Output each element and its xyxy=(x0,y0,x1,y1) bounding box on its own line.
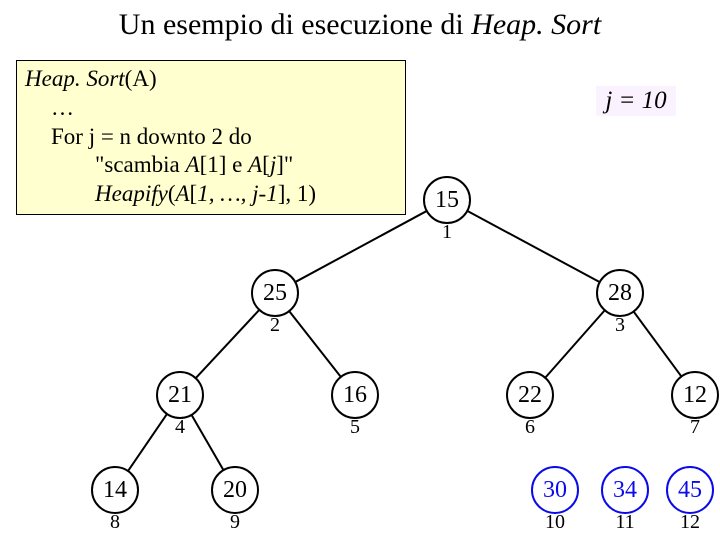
tree-node-index: 5 xyxy=(350,416,360,438)
tree-node-index: 12 xyxy=(680,511,700,533)
tree-node-value: 12 xyxy=(683,382,707,408)
tree-edge xyxy=(128,414,167,471)
tree-node-value: 20 xyxy=(223,477,247,503)
tree-node: 16 xyxy=(332,372,378,418)
tree-node-value: 21 xyxy=(168,382,192,408)
tree-node: 15 xyxy=(424,177,470,223)
tree-node: 20 xyxy=(212,467,258,513)
tree-node-index: 11 xyxy=(615,511,634,533)
tree-node-index: 10 xyxy=(545,511,565,533)
tree-node-index: 9 xyxy=(230,511,240,533)
tree-node-value: 22 xyxy=(518,382,542,408)
tree-node: 12 xyxy=(672,372,718,418)
tree-node: 34 xyxy=(602,467,648,513)
tree-node-index: 4 xyxy=(175,416,185,438)
tree-node-index: 3 xyxy=(615,314,625,336)
tree-node: 45 xyxy=(667,467,713,513)
tree-node-value: 30 xyxy=(543,477,567,503)
tree-node-value: 15 xyxy=(435,187,459,213)
tree-node-index: 1 xyxy=(442,221,452,243)
tree-node: 28 xyxy=(597,270,643,316)
tree-edge xyxy=(295,211,427,282)
tree-node: 22 xyxy=(507,372,553,418)
tree-edge xyxy=(545,310,605,378)
tree-node-value: 25 xyxy=(263,280,287,306)
tree-node-value: 16 xyxy=(343,382,367,408)
tree-node: 14 xyxy=(92,467,138,513)
tree-node-index: 7 xyxy=(690,416,700,438)
tree-node-index: 6 xyxy=(525,416,535,438)
tree-node-value: 34 xyxy=(613,477,637,503)
tree-edge xyxy=(192,415,224,470)
tree-node-value: 45 xyxy=(678,477,702,503)
tree-node-index: 2 xyxy=(270,314,280,336)
tree-node-value: 14 xyxy=(103,477,127,503)
tree-node: 30 xyxy=(532,467,578,513)
heap-tree: 152528211622121420 303445 12345678910111… xyxy=(0,0,720,540)
tree-node-index: 8 xyxy=(110,511,120,533)
tree-edge xyxy=(289,311,341,377)
tree-node: 21 xyxy=(157,372,203,418)
tree-edge xyxy=(467,211,599,282)
tree-edge xyxy=(196,310,260,378)
tree-node-value: 28 xyxy=(608,280,632,306)
tree-edge xyxy=(634,312,682,377)
tree-node: 25 xyxy=(252,270,298,316)
